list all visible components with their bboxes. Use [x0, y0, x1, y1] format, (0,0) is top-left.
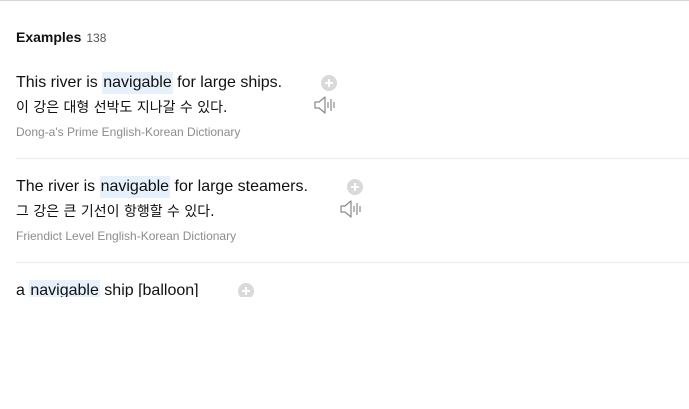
- example-item: This river is navigable for large ships.…: [16, 72, 689, 140]
- speaker-icon[interactable]: [287, 73, 335, 114]
- add-to-wordbook-button[interactable]: [346, 179, 363, 195]
- add-to-wordbook-button[interactable]: [321, 75, 338, 91]
- highlighted-word: navigable: [99, 176, 171, 198]
- example-item: The river is navigable for large steamer…: [16, 176, 689, 244]
- top-border: [0, 0, 689, 1]
- example-sentence: This river is navigable for large ships.: [16, 72, 689, 114]
- example-sentence: The river is navigable for large steamer…: [16, 176, 689, 218]
- divider: [16, 262, 689, 263]
- sentence-text: for large ships.: [172, 74, 283, 91]
- examples-title: Examples: [16, 29, 82, 45]
- viewport-clip: [0, 297, 689, 409]
- sentence-text: for large steamers.: [170, 178, 308, 195]
- speaker-icon[interactable]: [313, 177, 361, 218]
- highlighted-word: navigable: [102, 72, 173, 94]
- example-translation: 이 강은 대형 선박도 지나갈 수 있다.: [16, 100, 228, 116]
- example-source-link[interactable]: Friendict Level English-Korean Dictionar…: [16, 228, 689, 244]
- divider: [16, 158, 689, 159]
- example-source-link[interactable]: Dong-a's Prime English-Korean Dictionary: [16, 124, 689, 140]
- sentence-text: This river is: [16, 74, 103, 91]
- sentence-text: The river is: [16, 178, 100, 195]
- examples-header: Examples 138: [16, 29, 106, 45]
- examples-count: 138: [86, 31, 107, 45]
